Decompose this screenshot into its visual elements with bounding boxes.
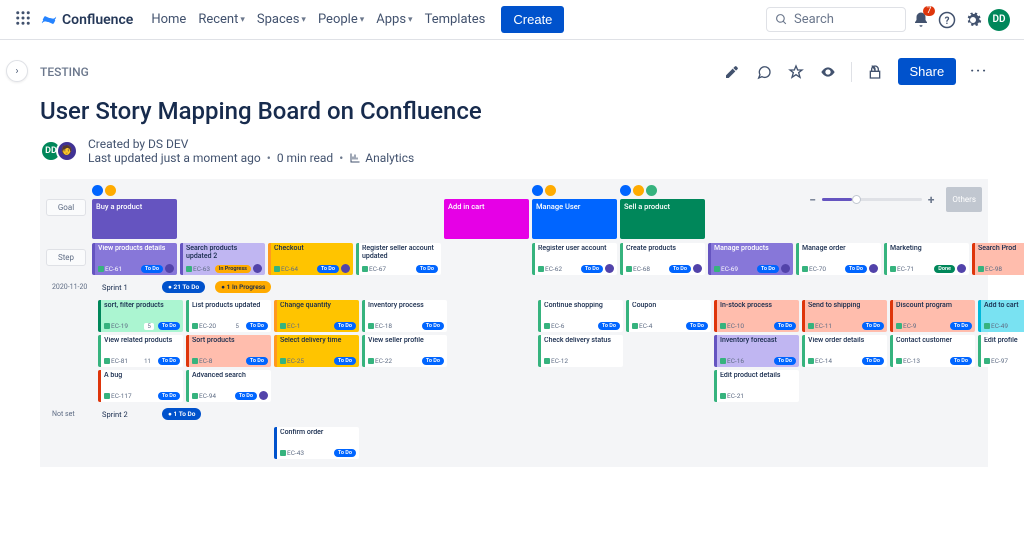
create-button[interactable]: Create (501, 6, 564, 33)
story-card[interactable]: Check delivery statusEC-12 (538, 335, 623, 367)
story-card[interactable]: CheckoutEC-64To Do (268, 243, 353, 275)
notification-count: 7 (923, 6, 935, 16)
story-card[interactable]: Send to shippingEC-11To Do (802, 300, 887, 332)
story-card[interactable]: A bugEC-117To Do (98, 370, 183, 402)
story-card[interactable]: Select delivery timeEC-25To Do (274, 335, 359, 367)
story-map-board: − + Others Goal Buy a product Add in cart… (40, 179, 988, 467)
comment-icon[interactable] (755, 63, 773, 81)
nav-home[interactable]: Home (145, 8, 192, 31)
goal-card[interactable]: Buy a product (92, 199, 177, 239)
others-column[interactable]: Others (946, 187, 982, 212)
byline: Last updated just a moment ago (88, 151, 261, 165)
story-card[interactable]: Search ProdEC-98 (972, 243, 1024, 275)
app-switcher-icon[interactable] (14, 9, 32, 31)
star-icon[interactable] (787, 63, 805, 81)
story-card[interactable]: Register seller account updatedEC-67To D… (356, 243, 441, 275)
sprint-date: Not set (52, 410, 92, 418)
story-card[interactable]: View related productsEC-8111To Do (98, 335, 183, 367)
search-input[interactable]: Search (766, 7, 906, 32)
expand-sidebar-handle[interactable]: › (6, 60, 28, 82)
edit-icon[interactable] (723, 63, 741, 81)
svg-text:?: ? (945, 15, 950, 26)
goal-row-label: Goal (46, 199, 86, 216)
share-button[interactable]: Share (898, 58, 957, 85)
sprint-name: Sprint 2 (102, 410, 152, 419)
user-avatar[interactable]: DD (988, 9, 1010, 31)
story-card[interactable]: Change quantityEC-1To Do (274, 300, 359, 332)
nav-people[interactable]: People▾ (312, 8, 370, 31)
story-card[interactable]: Advanced searchEC-94To Do (186, 370, 271, 402)
nav-templates[interactable]: Templates (419, 8, 492, 31)
restrictions-icon[interactable] (866, 63, 884, 81)
story-card[interactable]: Edit profileEC-97 (978, 335, 1024, 367)
story-card[interactable]: Search products updated 2EC-63In Progres… (180, 243, 265, 275)
story-card[interactable]: Create productsEC-68To Do (620, 243, 705, 275)
story-card[interactable]: View seller profileEC-22To Do (362, 335, 447, 367)
help-icon[interactable]: ? (936, 9, 958, 31)
story-card[interactable]: Inventory processEC-18To Do (362, 300, 447, 332)
goal-card[interactable]: Add in cart (444, 199, 529, 239)
zoom-out-button[interactable]: − (809, 193, 816, 207)
confluence-logo[interactable]: Confluence (40, 11, 133, 29)
sprint-status-pill: ● 1 To Do (162, 408, 201, 420)
sprint-name: Sprint 1 (102, 283, 152, 292)
story-card[interactable]: Confirm orderEC-43To Do (274, 427, 359, 459)
story-card[interactable]: Register user accountEC-62To Do (532, 243, 617, 275)
page-meta: DD 🧑 Created by DS DEV Last updated just… (40, 137, 988, 165)
settings-icon[interactable] (962, 9, 984, 31)
sprint-status-pill: ● 21 To Do (162, 281, 205, 293)
zoom-slider[interactable] (822, 198, 922, 201)
story-card[interactable]: Edit product detailsEC-21 (714, 370, 799, 402)
analytics-link[interactable]: Analytics (349, 151, 414, 165)
story-card[interactable]: MarketingEC-71Done (884, 243, 969, 275)
product-name: Confluence (62, 12, 133, 28)
sprint-status-pill: ● 1 In Progress (215, 281, 271, 293)
breadcrumb[interactable]: TESTING (40, 65, 89, 79)
story-card[interactable]: Sort productsEC-8To Do (186, 335, 271, 367)
story-card[interactable]: CouponEC-4To Do (626, 300, 711, 332)
story-card[interactable]: Add to cartEC-49 (978, 300, 1024, 332)
zoom-in-button[interactable]: + (928, 193, 935, 207)
read-time: 0 min read (277, 151, 333, 165)
notifications-icon[interactable]: 7 (910, 9, 932, 31)
story-card[interactable]: Manage productsEC-69To Do (708, 243, 793, 275)
story-card[interactable]: Continue shoppingEC-6To Do (538, 300, 623, 332)
divider (851, 62, 852, 82)
sprint-date: 2020-11-20 (52, 283, 92, 291)
story-card[interactable]: Inventory forecastEC-16To Do (714, 335, 799, 367)
search-placeholder: Search (794, 12, 834, 27)
page-title: User Story Mapping Board on Confluence (40, 97, 988, 125)
story-card[interactable]: View products detailsEC-61To Do (92, 243, 177, 275)
step-row-label: Step (46, 249, 86, 266)
goal-card[interactable]: Sell a product (620, 199, 705, 239)
goal-card[interactable]: Manage User (532, 199, 617, 239)
story-card[interactable]: View order detailsEC-14To Do (802, 335, 887, 367)
story-card[interactable]: sort, filter productsEC-195To Do (98, 300, 183, 332)
author-avatar[interactable]: 🧑 (56, 140, 78, 162)
author-line: Created by DS DEV (88, 137, 414, 151)
story-card[interactable]: Discount programEC-9To Do (890, 300, 975, 332)
nav-spaces[interactable]: Spaces▾ (251, 8, 312, 31)
more-actions-icon[interactable]: ··· (970, 64, 988, 79)
nav-apps[interactable]: Apps▾ (370, 8, 418, 31)
watch-icon[interactable] (819, 63, 837, 81)
story-card[interactable]: Manage orderEC-70To Do (796, 243, 881, 275)
story-card[interactable]: Contact customerEC-13To Do (890, 335, 975, 367)
story-card[interactable]: In-stock processEC-10To Do (714, 300, 799, 332)
top-nav: Confluence HomeRecent▾Spaces▾People▾Apps… (0, 0, 1024, 40)
nav-recent[interactable]: Recent▾ (192, 8, 251, 31)
story-card[interactable]: List products updatedEC-205To Do (186, 300, 271, 332)
